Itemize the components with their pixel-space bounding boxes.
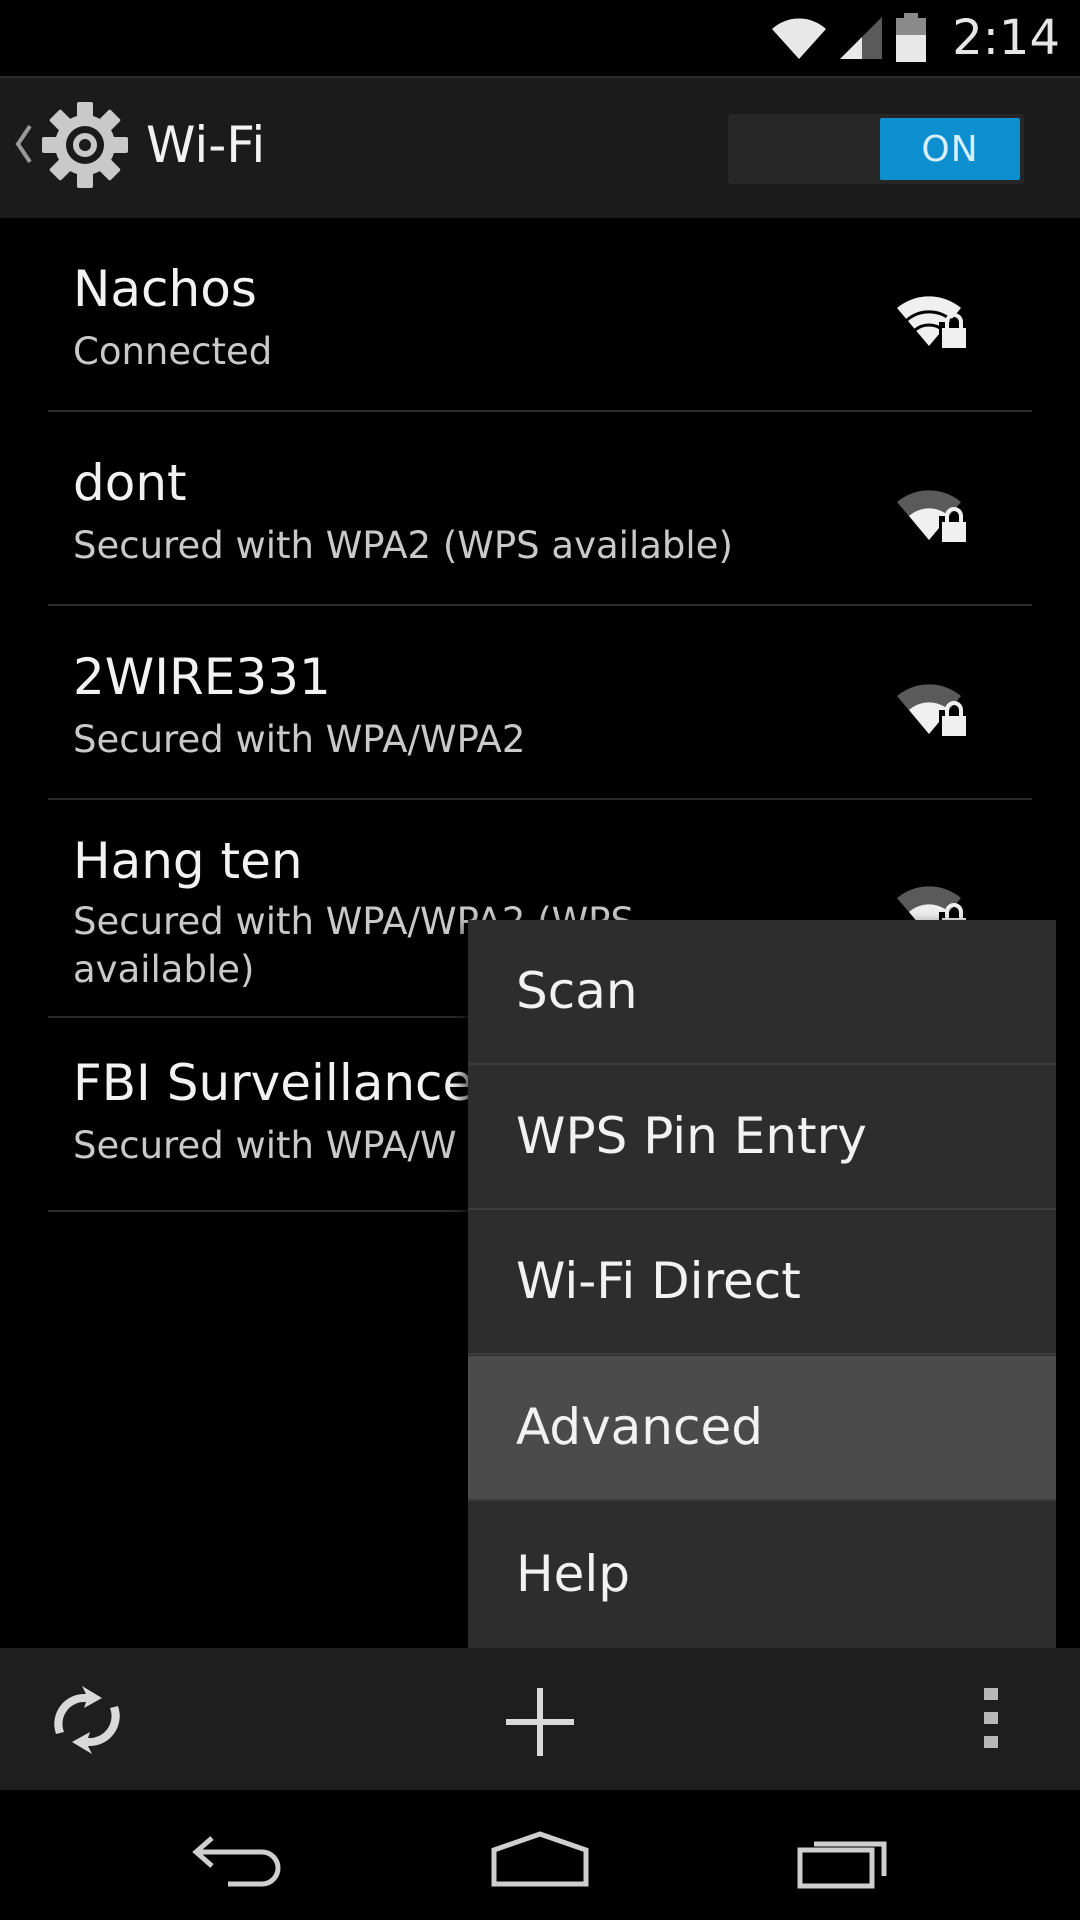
network-name: 2WIRE331 — [73, 648, 331, 706]
toggle-thumb: ON — [880, 118, 1020, 180]
wps-push-icon — [54, 1686, 120, 1754]
network-name: Nachos — [73, 260, 257, 318]
up-navigation-button[interactable] — [12, 122, 34, 170]
recents-icon — [797, 1841, 887, 1889]
wifi-lock-medium-icon — [897, 684, 969, 736]
add-network-button[interactable] — [500, 1682, 580, 1766]
overflow-menu-icon — [984, 1688, 998, 1748]
network-item-nachos[interactable]: Nachos Connected — [48, 218, 1032, 412]
action-bar: Wi-Fi ON — [0, 76, 1080, 218]
gear-icon — [42, 102, 128, 188]
wps-push-button[interactable] — [46, 1684, 128, 1760]
network-name: Hang ten — [73, 832, 303, 890]
menu-item-label: Wi-Fi Direct — [516, 1252, 801, 1310]
battery-icon — [896, 13, 927, 62]
home-icon — [491, 1831, 589, 1887]
page-title: Wi-Fi — [146, 116, 266, 174]
cell-signal-icon — [840, 17, 883, 59]
network-name: dont — [73, 454, 187, 512]
navigation-bar — [0, 1790, 1080, 1920]
network-status: Connected — [73, 330, 273, 373]
menu-item-label: WPS Pin Entry — [516, 1107, 867, 1165]
menu-item-wifi-direct[interactable]: Wi-Fi Direct — [468, 1210, 1056, 1355]
overflow-menu-button[interactable] — [976, 1686, 1006, 1756]
menu-item-wps-pin-entry[interactable]: WPS Pin Entry — [468, 1065, 1056, 1210]
menu-item-label: Advanced — [516, 1398, 763, 1456]
overflow-menu: Scan WPS Pin Entry Wi-Fi Direct Advanced… — [468, 920, 1056, 1648]
home-button[interactable] — [488, 1830, 592, 1894]
menu-item-help[interactable]: Help — [468, 1503, 1056, 1648]
add-network-icon — [506, 1688, 574, 1756]
back-icon — [192, 1836, 281, 1887]
network-status: Secured with WPA/W — [73, 1124, 457, 1167]
network-name: FBI Surveillance — [73, 1054, 474, 1112]
network-status-line2: available) — [73, 948, 255, 991]
network-status: Secured with WPA/WPA2 — [73, 718, 526, 761]
network-item-2wire331[interactable]: 2WIRE331 Secured with WPA/WPA2 — [48, 606, 1032, 800]
menu-item-label: Scan — [516, 962, 638, 1020]
menu-item-label: Help — [516, 1545, 630, 1603]
settings-app-icon[interactable] — [40, 100, 130, 194]
menu-item-advanced[interactable]: Advanced — [468, 1356, 1056, 1501]
network-item-dont[interactable]: dont Secured with WPA2 (WPS available) — [48, 412, 1032, 606]
wifi-lock-full-icon — [897, 296, 969, 348]
back-button[interactable] — [188, 1830, 288, 1894]
network-status: Secured with WPA2 (WPS available) — [73, 524, 733, 567]
clock: 2:14 — [952, 10, 1060, 66]
status-icons: 2:14 — [770, 0, 1060, 76]
wifi-toggle[interactable]: ON — [728, 114, 1024, 184]
bottom-action-bar — [0, 1648, 1080, 1790]
status-bar: 2:14 — [0, 0, 1080, 76]
recents-button[interactable] — [794, 1832, 894, 1896]
wifi-signal-icon — [772, 18, 827, 59]
wifi-lock-medium-icon — [897, 490, 969, 542]
menu-item-scan[interactable]: Scan — [468, 920, 1056, 1065]
chevron-left-icon — [15, 124, 32, 164]
